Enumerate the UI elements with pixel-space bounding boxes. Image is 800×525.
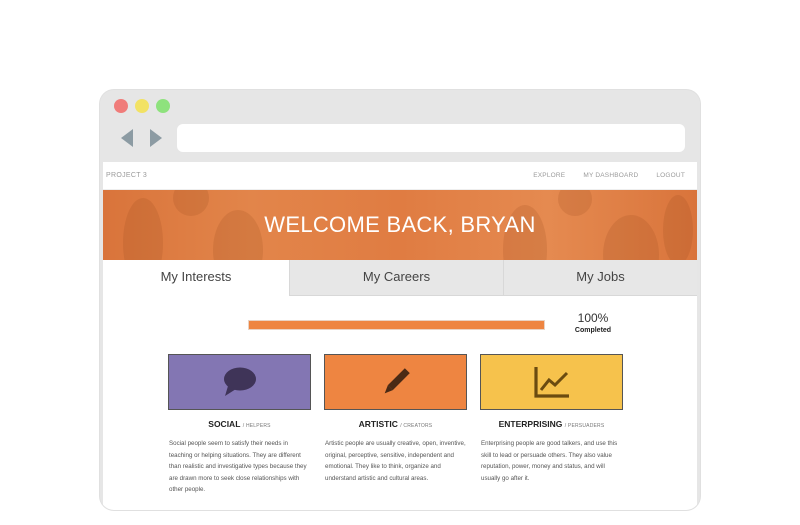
speech-bubble-icon [223, 367, 256, 396]
interest-heading: ENTERPRISING / PERSUADERS [480, 419, 623, 429]
interest-tile-artistic[interactable] [324, 354, 467, 410]
forward-arrow-icon[interactable] [148, 128, 164, 148]
progress-label: Completed [574, 327, 612, 334]
browser-toolbar [100, 90, 700, 162]
interest-title: ENTERPRISING [498, 419, 563, 429]
interest-card-enterprising[interactable]: ENTERPRISING / PERSUADERS Enterprising p… [480, 354, 623, 484]
welcome-banner: WELCOME BACK, BRYAN [103, 190, 697, 260]
interest-description: Enterprising people are good talkers, an… [481, 440, 618, 482]
pencil-icon [384, 368, 410, 394]
progress-percent: 100% [577, 311, 609, 325]
interest-title: SOCIAL [208, 419, 241, 429]
site-brand[interactable]: PROJECT 3 [106, 172, 147, 179]
interest-description: Artistic people are usually creative, op… [325, 440, 466, 482]
interest-subtitle: / PERSUADERS [564, 423, 605, 429]
interest-description: Social people seem to satisfy their need… [169, 440, 307, 494]
nav-my-dashboard-link[interactable]: MY DASHBOARD [583, 172, 638, 179]
back-arrow-icon[interactable] [119, 128, 135, 148]
web-page: PROJECT 3 EXPLORE MY DASHBOARD LOGOUT WE… [103, 162, 697, 510]
progress-fill [249, 321, 544, 329]
interest-card-social[interactable]: SOCIAL / HELPERS Social people seem to s… [168, 354, 311, 496]
site-nav: EXPLORE MY DASHBOARD LOGOUT [533, 172, 685, 179]
close-window-button[interactable] [114, 99, 128, 113]
minimize-window-button[interactable] [135, 99, 149, 113]
interest-subtitle: / HELPERS [242, 423, 271, 429]
tab-my-careers[interactable]: My Careers [289, 260, 503, 296]
interest-tile-enterprising[interactable] [480, 354, 623, 410]
interest-tile-social[interactable] [168, 354, 311, 410]
tab-my-interests[interactable]: My Interests [103, 260, 289, 296]
line-chart-icon [533, 367, 569, 398]
interest-subtitle: / CREATORS [400, 423, 433, 429]
zoom-window-button[interactable] [156, 99, 170, 113]
browser-window: PROJECT 3 EXPLORE MY DASHBOARD LOGOUT WE… [100, 90, 700, 510]
tab-bar: My Interests My Careers My Jobs [103, 260, 697, 296]
address-bar[interactable] [177, 124, 685, 152]
interest-heading: ARTISTIC / CREATORS [324, 419, 467, 429]
interest-title: ARTISTIC [358, 419, 398, 429]
interest-card-artistic[interactable]: ARTISTIC / CREATORS Artistic people are … [324, 354, 467, 484]
nav-logout-link[interactable]: LOGOUT [656, 172, 685, 179]
nav-explore-link[interactable]: EXPLORE [533, 172, 565, 179]
welcome-heading: WELCOME BACK, BRYAN [264, 212, 536, 237]
tab-my-jobs[interactable]: My Jobs [503, 260, 697, 296]
interest-heading: SOCIAL / HELPERS [168, 419, 311, 429]
site-header: PROJECT 3 EXPLORE MY DASHBOARD LOGOUT [103, 162, 697, 190]
progress-bar [248, 320, 545, 330]
